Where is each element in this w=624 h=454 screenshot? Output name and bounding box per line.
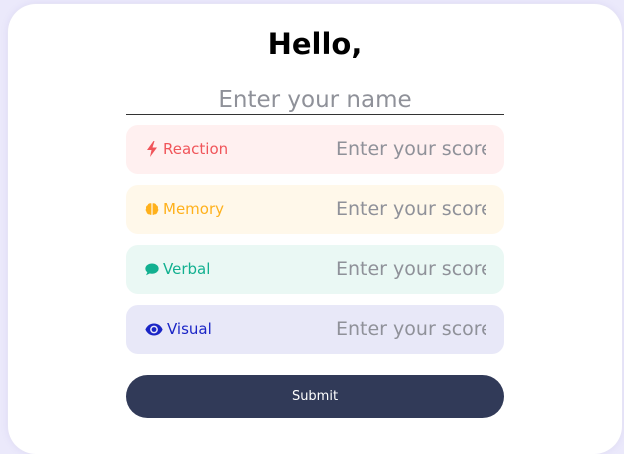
brain-icon [145, 200, 159, 218]
memory-score-input[interactable] [336, 195, 486, 223]
reaction-label-group: Reaction [145, 139, 228, 159]
verbal-label-group: Verbal [145, 259, 210, 279]
lightning-bolt-icon [145, 140, 159, 158]
visual-label-group: Visual [145, 319, 212, 339]
reaction-label: Reaction [163, 140, 229, 158]
eye-icon [145, 320, 163, 338]
memory-label: Memory [163, 200, 225, 218]
score-row-memory: Memory [126, 185, 504, 234]
reaction-score-input[interactable] [336, 135, 486, 163]
verbal-score-input[interactable] [336, 255, 486, 283]
greeting-title: Hello, [267, 27, 363, 61]
submit-button[interactable]: Submit [126, 375, 504, 418]
visual-score-input[interactable] [336, 315, 486, 343]
speech-bubble-icon [145, 260, 159, 278]
form-card: Hello, Reaction Memory [8, 4, 622, 454]
visual-label: Visual [167, 320, 212, 338]
name-input[interactable] [126, 86, 504, 115]
memory-label-group: Memory [145, 199, 224, 219]
verbal-label: Verbal [163, 260, 211, 278]
score-row-visual: Visual [126, 305, 504, 354]
score-row-verbal: Verbal [126, 245, 504, 294]
score-row-reaction: Reaction [126, 125, 504, 174]
